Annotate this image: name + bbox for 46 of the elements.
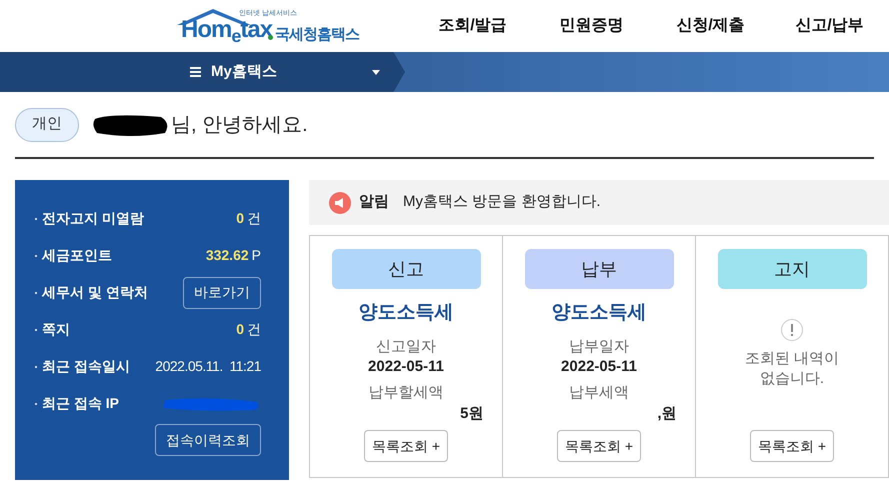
nav-link[interactable]: 신고/납부 xyxy=(770,14,889,38)
amount-value: ,원 xyxy=(657,404,676,422)
info-label: 쪽지 xyxy=(42,320,70,339)
date-label: 신고일자 xyxy=(376,336,436,356)
info-value: 0 xyxy=(236,320,244,339)
greeting-text: 님, 안녕하세요. xyxy=(171,112,308,138)
nav-link[interactable]: 조회/발급 xyxy=(413,14,532,38)
info-value: 0 xyxy=(236,209,244,228)
date-value: 2022-05-11 xyxy=(561,358,637,376)
category-label: 납부 xyxy=(524,249,674,289)
menu-icon xyxy=(190,67,201,77)
info-unit: P xyxy=(252,246,261,265)
info-icon xyxy=(781,319,803,341)
list-button[interactable]: 목록조회 + xyxy=(364,430,448,462)
account-type-badge: 개인 xyxy=(15,108,79,142)
info-unit: 건 xyxy=(247,209,261,228)
megaphone-icon xyxy=(329,192,351,214)
info-value: 2022.05.11. 11:21 xyxy=(155,357,261,376)
date-label: 납부일자 xyxy=(569,336,629,356)
notice-message: My홈택스 방문을 환영합니다. xyxy=(403,192,600,212)
tax-title: 양도소득세 xyxy=(358,301,454,325)
info-label: 세금포인트 xyxy=(42,246,112,265)
category-label: 신고 xyxy=(332,249,480,289)
access-history-button[interactable]: 접속이력조회 xyxy=(155,424,261,456)
amount-value: 5원 xyxy=(460,404,484,422)
info-label: 전자고지 미열람 xyxy=(42,209,144,228)
nav-link[interactable]: 신청/제출 xyxy=(651,14,770,38)
info-unit: 건 xyxy=(247,320,261,339)
amount-label: 납부세액 xyxy=(569,383,629,403)
list-button[interactable]: 목록조회 + xyxy=(557,430,641,462)
caret-icon xyxy=(372,70,380,74)
info-label: 세무서 및 연락처 xyxy=(42,283,148,302)
info-value: 332.62 xyxy=(206,246,249,265)
nav-link[interactable]: 민원증명 xyxy=(532,14,651,38)
date-value: 2022-05-11 xyxy=(368,358,444,376)
empty-message: 조회된 내역이 없습니다. xyxy=(744,349,840,389)
amount-label: 납부할세액 xyxy=(368,383,444,403)
notice-label: 알림 xyxy=(359,192,389,212)
logo-wordmark[interactable]: Hom$_{e}$tax xyxy=(181,17,272,43)
category-label: 고지 xyxy=(718,249,866,289)
info-label: 최근 접속 IP xyxy=(42,394,120,413)
tax-title: 양도소득세 xyxy=(552,301,646,325)
shortcut-button[interactable]: 바로가기 xyxy=(183,276,261,308)
info-label: 최근 접속일시 xyxy=(42,357,130,376)
list-button[interactable]: 목록조회 + xyxy=(750,430,834,462)
logo-name: 국세청홈택스 xyxy=(275,25,359,45)
